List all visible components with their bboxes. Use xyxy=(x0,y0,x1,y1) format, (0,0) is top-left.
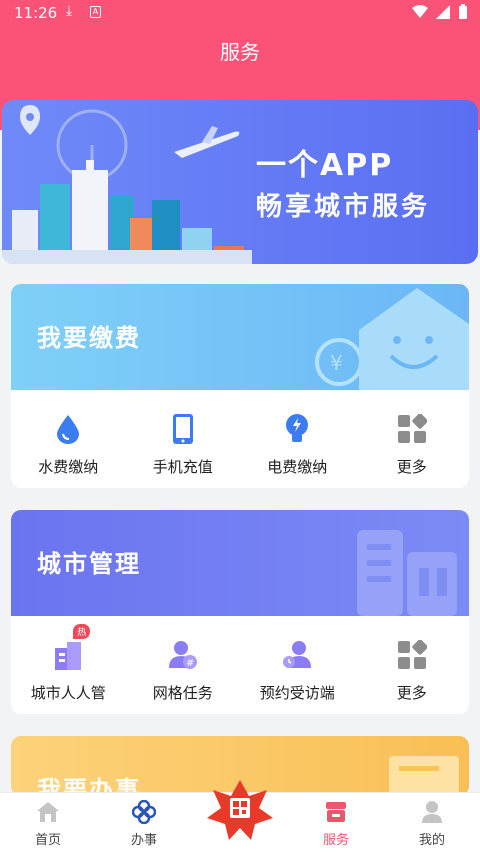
user-icon xyxy=(419,799,445,825)
phone-topup-item[interactable]: 手机充值 xyxy=(126,390,241,488)
house-illustration: ¥ xyxy=(315,288,469,390)
clover-icon xyxy=(131,799,157,825)
more-city-item[interactable]: 更多 xyxy=(355,616,470,714)
nav-service-label: 服务 xyxy=(322,833,349,848)
svg-text:#: # xyxy=(186,658,194,669)
battery-icon xyxy=(459,4,467,19)
phone-topup-label: 手机充值 xyxy=(152,458,213,476)
grid-icon xyxy=(395,412,429,446)
more-payment-label: 更多 xyxy=(396,458,427,476)
banner-headline: 一个APP xyxy=(256,148,394,183)
grid-task-icon: # xyxy=(166,638,200,672)
electric-fee-item[interactable]: 电费缴纳 xyxy=(240,390,355,488)
visitor-icon xyxy=(280,638,314,672)
download-icon: ⤓ xyxy=(66,3,73,19)
building-icon: 热 xyxy=(51,624,91,672)
scan-qr-icon xyxy=(207,780,273,840)
status-time: 11:26 xyxy=(14,4,58,22)
city-card-header: 城市管理 xyxy=(11,510,469,616)
city-management-card: 城市管理 热 城市人人管 # 网格任务 预约受访端 更多 xyxy=(11,510,469,714)
shop-icon xyxy=(323,799,349,825)
nav-mine-label: 我的 xyxy=(418,833,445,848)
status-right xyxy=(412,4,468,20)
water-fee-item[interactable]: 水费缴纳 xyxy=(11,390,126,488)
city-all-manage-item[interactable]: 热 城市人人管 xyxy=(11,616,126,714)
grid-task-item[interactable]: # 网格任务 xyxy=(126,616,241,714)
banner-subline: 畅享城市服务 xyxy=(256,192,431,222)
a-icon: A xyxy=(90,6,101,18)
document-illustration xyxy=(389,756,459,796)
more-payment-item[interactable]: 更多 xyxy=(355,390,470,488)
city-items: 热 城市人人管 # 网格任务 预约受访端 更多 xyxy=(11,616,469,714)
city-all-manage-label: 城市人人管 xyxy=(30,684,106,702)
nav-mine[interactable]: 我的 xyxy=(384,793,480,853)
visitor-booking-item[interactable]: 预约受访端 xyxy=(240,616,355,714)
plane-icon xyxy=(174,126,240,158)
promo-banner[interactable]: 一个APP 畅享城市服务 xyxy=(2,100,478,264)
nav-home-label: 首页 xyxy=(34,833,61,848)
phone-icon xyxy=(166,412,200,446)
nav-service[interactable]: 服务 xyxy=(288,793,384,853)
payment-items: 水费缴纳 手机充值 电费缴纳 更多 xyxy=(11,390,469,488)
nav-home[interactable]: 首页 xyxy=(0,793,96,853)
payment-card: 我要缴费 ¥ 水费缴纳 手机充值 电费缴纳 更多 xyxy=(11,284,469,488)
scan-qr-button[interactable] xyxy=(205,778,275,842)
electric-fee-label: 电费缴纳 xyxy=(267,458,328,476)
wifi-icon xyxy=(412,5,428,18)
water-drop-icon xyxy=(51,412,85,446)
status-bar: 11:26 ⤓ A xyxy=(0,0,480,28)
signal-icon xyxy=(436,5,450,19)
grid-task-label: 网格任务 xyxy=(152,684,213,702)
grid-icon xyxy=(395,638,429,672)
nav-affairs-label: 办事 xyxy=(130,833,157,848)
more-city-label: 更多 xyxy=(396,684,427,702)
water-fee-label: 水费缴纳 xyxy=(38,458,99,476)
city-card-title: 城市管理 xyxy=(37,550,141,578)
nav-affairs[interactable]: 办事 xyxy=(96,793,192,853)
bulb-icon xyxy=(280,412,314,446)
home-icon xyxy=(35,799,61,825)
hot-badge: 热 xyxy=(73,624,91,639)
svg-text:¥: ¥ xyxy=(330,351,343,375)
page-title: 服务 xyxy=(220,40,260,64)
payment-card-header: 我要缴费 ¥ xyxy=(11,284,469,390)
payment-card-title: 我要缴费 xyxy=(37,324,141,352)
buildings-illustration xyxy=(357,530,457,616)
visitor-booking-label: 预约受访端 xyxy=(259,684,335,702)
